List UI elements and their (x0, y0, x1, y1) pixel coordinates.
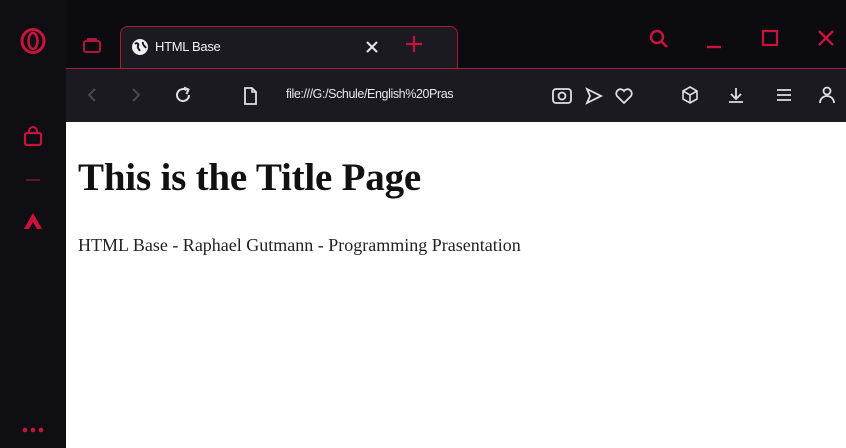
extensions-icon[interactable] (680, 85, 700, 110)
aria-icon[interactable] (0, 206, 66, 236)
new-tab-icon[interactable] (404, 34, 424, 59)
toolbar: file:///G:/Schule/English%20Pras (66, 68, 846, 122)
page-title: This is the Title Page (78, 156, 422, 199)
opera-logo-icon[interactable] (0, 24, 66, 58)
forward-icon[interactable] (128, 86, 144, 109)
address-bar[interactable]: file:///G:/Schule/English%20Pras (231, 77, 639, 115)
sidebar (0, 0, 66, 448)
shopping-bag-icon[interactable] (0, 122, 66, 152)
close-window-icon[interactable] (816, 28, 836, 53)
globe-icon (131, 38, 149, 61)
page-content: This is the Title Page HTML Base - Rapha… (66, 122, 846, 448)
page-text: HTML Base - Raphael Gutmann - Programmin… (78, 235, 521, 255)
title-bar: HTML Base (66, 0, 846, 68)
workspace-icon[interactable] (82, 36, 102, 59)
reload-icon[interactable] (173, 85, 193, 110)
search-tabs-icon[interactable] (648, 28, 670, 55)
more-dots-icon[interactable] (0, 420, 66, 440)
back-icon[interactable] (84, 86, 100, 109)
sidebar-divider (0, 176, 66, 184)
send-icon[interactable] (584, 86, 604, 111)
maximize-icon[interactable] (760, 28, 780, 53)
url-text[interactable]: file:///G:/Schule/English%20Pras (286, 87, 538, 101)
page-info-icon[interactable] (241, 86, 259, 111)
heart-icon[interactable] (614, 86, 634, 111)
close-tab-icon[interactable] (364, 39, 380, 60)
tab-title: HTML Base (155, 39, 221, 54)
download-icon[interactable] (726, 85, 746, 110)
menu-icon[interactable] (774, 85, 794, 110)
minimize-icon[interactable] (704, 36, 724, 55)
snapshot-icon[interactable] (551, 86, 573, 111)
account-icon[interactable] (818, 85, 836, 110)
